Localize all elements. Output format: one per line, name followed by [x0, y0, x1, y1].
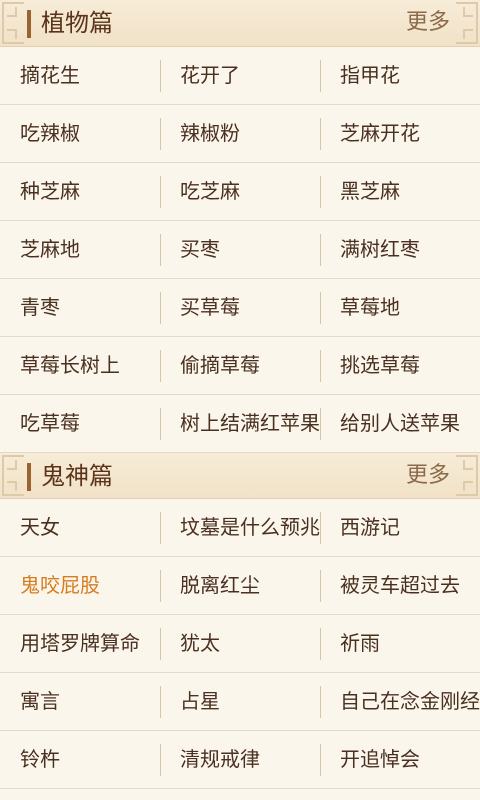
dream-item[interactable]: 花开了 — [160, 47, 320, 104]
dream-item[interactable]: 犹太 — [160, 615, 320, 672]
dream-item[interactable]: 青枣 — [0, 279, 160, 336]
dream-item[interactable]: 买枣 — [160, 221, 320, 278]
grid-row: 铃杵 清规戒律 开追悼会 — [0, 731, 480, 789]
dream-item[interactable]: 清规戒律 — [160, 731, 320, 788]
dream-item[interactable]: 用塔罗牌算命 — [0, 615, 160, 672]
ornamental-corner-icon — [2, 474, 24, 496]
grid-row: 鬼咬屁股 脱离红尘 被灵车超过去 — [0, 557, 480, 615]
dream-item[interactable]: 给别人送苹果 — [320, 395, 480, 452]
section-title: 鬼神篇 — [41, 462, 113, 490]
dream-item[interactable]: 被灵车超过去 — [320, 557, 480, 614]
ornamental-corner-icon — [2, 22, 24, 44]
dream-item[interactable]: 满树红枣 — [320, 221, 480, 278]
dream-item[interactable]: 祈雨 — [320, 615, 480, 672]
grid-row: 青枣 买草莓 草莓地 — [0, 279, 480, 337]
ornamental-corner-icon — [456, 2, 478, 24]
dream-item[interactable]: 指甲花 — [320, 47, 480, 104]
dream-item[interactable]: 铃杵 — [0, 731, 160, 788]
dream-item[interactable]: 树上结满红苹果 — [160, 395, 320, 452]
grid-row: 吃草莓 树上结满红苹果 给别人送苹果 — [0, 395, 480, 453]
grid-row: 用塔罗牌算命 犹太 祈雨 — [0, 615, 480, 673]
grid-row: 草莓长树上 偷摘草莓 挑选草莓 — [0, 337, 480, 395]
ghosts-item-grid: 天女 坟墓是什么预兆 西游记 鬼咬屁股 脱离红尘 被灵车超过去 用塔罗牌算命 犹… — [0, 499, 480, 789]
dream-item[interactable]: 自己在念金刚经 — [320, 673, 480, 730]
plants-item-grid: 摘花生 花开了 指甲花 吃辣椒 辣椒粉 芝麻开花 种芝麻 吃芝麻 黑芝麻 芝麻地… — [0, 47, 480, 453]
dream-item[interactable]: 寓言 — [0, 673, 160, 730]
ornamental-corner-icon — [456, 22, 478, 44]
dream-item[interactable]: 芝麻开花 — [320, 105, 480, 162]
dream-item[interactable]: 坟墓是什么预兆 — [160, 499, 320, 556]
dream-item[interactable]: 挑选草莓 — [320, 337, 480, 394]
ornamental-corner-icon — [2, 2, 24, 24]
section-title: 植物篇 — [41, 9, 113, 37]
dream-item[interactable]: 偷摘草莓 — [160, 337, 320, 394]
more-link[interactable]: 更多 — [406, 460, 450, 492]
grid-row: 寓言 占星 自己在念金刚经 — [0, 673, 480, 731]
dream-item[interactable]: 芝麻地 — [0, 221, 160, 278]
dream-item[interactable]: 天女 — [0, 499, 160, 556]
grid-row: 吃辣椒 辣椒粉 芝麻开花 — [0, 105, 480, 163]
dream-item-highlighted[interactable]: 鬼咬屁股 — [0, 557, 160, 614]
dream-item[interactable]: 黑芝麻 — [320, 163, 480, 220]
dream-category-page: 植物篇 更多 摘花生 花开了 指甲花 吃辣椒 辣椒粉 芝麻开花 种芝麻 吃芝麻 … — [0, 0, 480, 800]
dream-item[interactable]: 占星 — [160, 673, 320, 730]
section-header-ghosts: 鬼神篇 更多 — [0, 453, 480, 499]
ornamental-corner-icon — [456, 474, 478, 496]
dream-item[interactable]: 种芝麻 — [0, 163, 160, 220]
section-accent-bar — [27, 10, 31, 38]
dream-item[interactable]: 开追悼会 — [320, 731, 480, 788]
grid-row: 天女 坟墓是什么预兆 西游记 — [0, 499, 480, 557]
dream-item[interactable]: 吃辣椒 — [0, 105, 160, 162]
grid-row: 摘花生 花开了 指甲花 — [0, 47, 480, 105]
dream-item[interactable]: 吃芝麻 — [160, 163, 320, 220]
grid-row: 种芝麻 吃芝麻 黑芝麻 — [0, 163, 480, 221]
dream-item[interactable]: 脱离红尘 — [160, 557, 320, 614]
dream-item[interactable]: 草莓地 — [320, 279, 480, 336]
dream-item[interactable]: 辣椒粉 — [160, 105, 320, 162]
grid-row: 芝麻地 买枣 满树红枣 — [0, 221, 480, 279]
section-accent-bar — [27, 463, 31, 491]
dream-item[interactable]: 吃草莓 — [0, 395, 160, 452]
dream-item[interactable]: 摘花生 — [0, 47, 160, 104]
more-link[interactable]: 更多 — [406, 7, 450, 39]
dream-item[interactable]: 草莓长树上 — [0, 337, 160, 394]
dream-item[interactable]: 买草莓 — [160, 279, 320, 336]
section-header-plants: 植物篇 更多 — [0, 0, 480, 47]
dream-item[interactable]: 西游记 — [320, 499, 480, 556]
